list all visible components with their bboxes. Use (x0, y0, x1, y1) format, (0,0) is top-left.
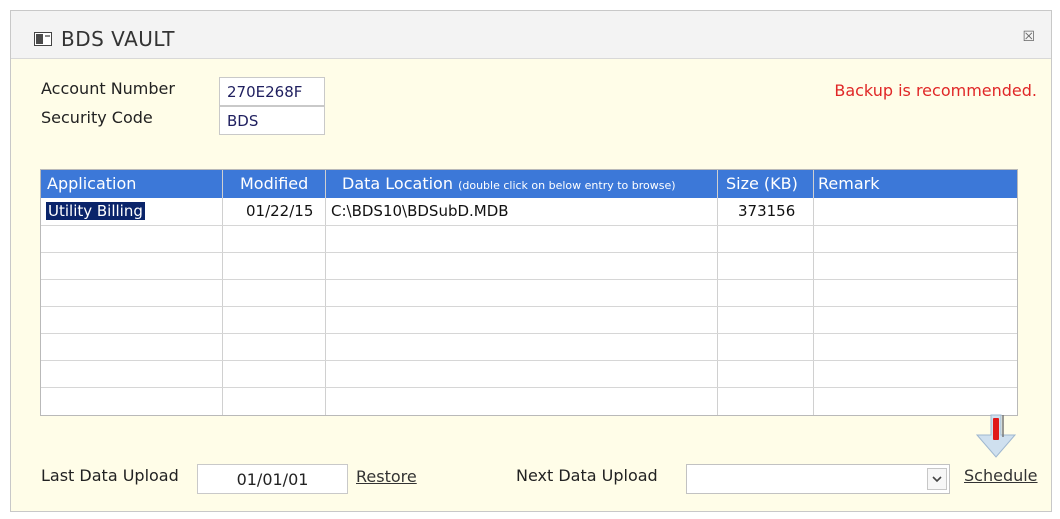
account-number-label: Account Number (41, 79, 175, 98)
cell-size[interactable]: 373156 (738, 202, 795, 220)
table-row[interactable] (41, 334, 1017, 360)
next-data-upload-select[interactable] (686, 464, 950, 494)
application-table: Application Modified Data Location (doub… (40, 169, 1018, 416)
restore-link[interactable]: Restore (356, 467, 417, 486)
column-header-application[interactable]: Application (47, 174, 136, 193)
table-row[interactable] (41, 361, 1017, 387)
column-header-remark[interactable]: Remark (818, 174, 879, 193)
column-header-size[interactable]: Size (KB) (726, 174, 798, 193)
table-row[interactable] (41, 280, 1017, 306)
next-data-upload-label: Next Data Upload (516, 466, 658, 485)
table-row[interactable] (41, 226, 1017, 252)
form-icon (34, 32, 52, 46)
last-data-upload-field[interactable]: 01/01/01 (197, 464, 348, 494)
close-icon[interactable]: ☒ (1022, 29, 1035, 45)
cell-application[interactable]: Utility Billing (46, 202, 145, 220)
cell-data-location[interactable]: C:\BDS10\BDSubD.MDB (331, 202, 509, 220)
data-location-hint: (double click on below entry to browse) (458, 179, 676, 192)
window-title: BDS VAULT (61, 27, 176, 51)
security-code-field[interactable]: BDS (219, 106, 325, 135)
dropdown-button[interactable] (927, 468, 947, 490)
down-arrow-icon[interactable] (967, 413, 1025, 465)
last-data-upload-label: Last Data Upload (41, 466, 179, 485)
cell-modified[interactable]: 01/22/15 (246, 202, 313, 220)
bds-vault-window: BDS VAULT ☒ Account Number 270E268F Secu… (10, 10, 1052, 512)
column-header-modified[interactable]: Modified (240, 174, 308, 193)
column-header-data-location[interactable]: Data Location (double click on below ent… (342, 174, 676, 193)
account-number-field[interactable]: 270E268F (219, 77, 325, 106)
table-row[interactable] (41, 388, 1017, 414)
chevron-down-icon (932, 476, 942, 483)
table-header: Application Modified Data Location (doub… (41, 170, 1017, 198)
data-location-title: Data Location (342, 174, 453, 193)
schedule-link[interactable]: Schedule (964, 466, 1038, 485)
security-code-label: Security Code (41, 108, 153, 127)
table-row[interactable] (41, 253, 1017, 279)
table-row[interactable] (41, 307, 1017, 333)
backup-warning: Backup is recommended. (834, 81, 1037, 100)
title-bar: BDS VAULT ☒ (11, 11, 1051, 59)
